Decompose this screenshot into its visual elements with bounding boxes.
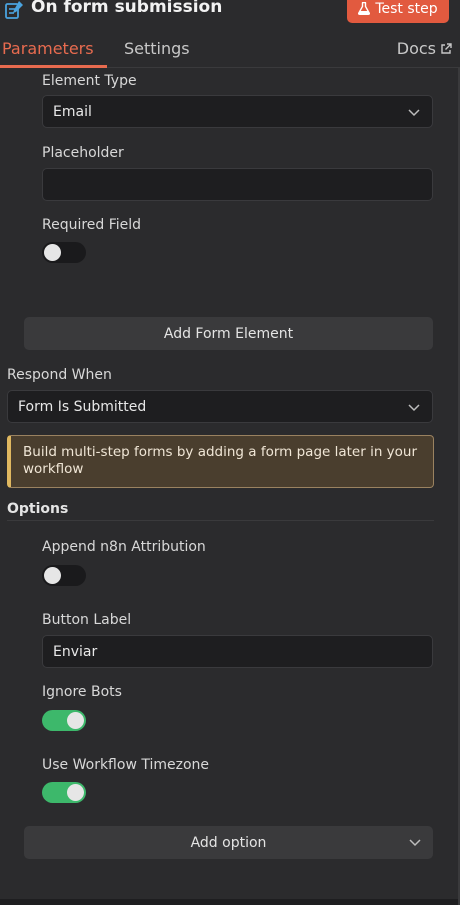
add-option-button[interactable]: Add option (24, 826, 433, 859)
placeholder-label: Placeholder (42, 145, 124, 161)
options-divider (7, 520, 434, 521)
flask-icon (358, 2, 371, 15)
chevron-down-icon (409, 839, 421, 847)
node-header: On form submission Test step (0, 0, 460, 26)
respond-when-value: Form Is Submitted (18, 398, 147, 415)
toggle-knob (67, 712, 84, 729)
use-timezone-toggle[interactable] (42, 782, 86, 803)
test-step-label: Test step (375, 0, 438, 17)
placeholder-input[interactable] (42, 168, 433, 201)
form-edit-icon (5, 1, 23, 19)
element-type-value: Email (53, 103, 92, 120)
button-label-label: Button Label (42, 612, 132, 628)
toggle-knob (67, 784, 84, 801)
append-attribution-toggle[interactable] (42, 565, 86, 586)
parameter-tabs: Parameters Settings Docs (0, 32, 460, 68)
external-link-icon (441, 42, 452, 54)
panel-bottom-edge (0, 899, 460, 905)
tab-parameters[interactable]: Parameters (2, 39, 94, 58)
required-field-label: Required Field (42, 217, 142, 233)
element-type-select[interactable]: Email (42, 95, 433, 128)
toggle-knob (44, 567, 61, 584)
append-attribution-label: Append n8n Attribution (42, 539, 206, 555)
docs-link[interactable]: Docs (397, 39, 452, 58)
tab-settings[interactable]: Settings (124, 39, 190, 58)
element-type-label: Element Type (42, 73, 137, 89)
toggle-knob (44, 244, 61, 261)
respond-when-select[interactable]: Form Is Submitted (7, 390, 433, 423)
add-form-element-button[interactable]: Add Form Element (24, 317, 433, 350)
required-field-toggle[interactable] (42, 242, 86, 263)
chevron-down-icon (408, 109, 420, 117)
options-section-title: Options (7, 501, 69, 517)
test-step-button[interactable]: Test step (347, 0, 449, 23)
ignore-bots-label: Ignore Bots (42, 684, 122, 700)
ignore-bots-toggle[interactable] (42, 710, 86, 731)
parameters-panel: Element Type Email Placeholder Required … (0, 68, 460, 905)
button-label-input[interactable]: Enviar (42, 635, 433, 668)
node-title[interactable]: On form submission (31, 0, 222, 17)
docs-label: Docs (396, 39, 436, 58)
chevron-down-icon (408, 404, 420, 412)
multi-step-notice: Build multi-step forms by adding a form … (7, 435, 434, 488)
add-option-label: Add option (190, 834, 267, 851)
respond-when-label: Respond When (7, 367, 112, 383)
use-timezone-label: Use Workflow Timezone (42, 757, 210, 773)
button-label-value: Enviar (53, 643, 98, 660)
